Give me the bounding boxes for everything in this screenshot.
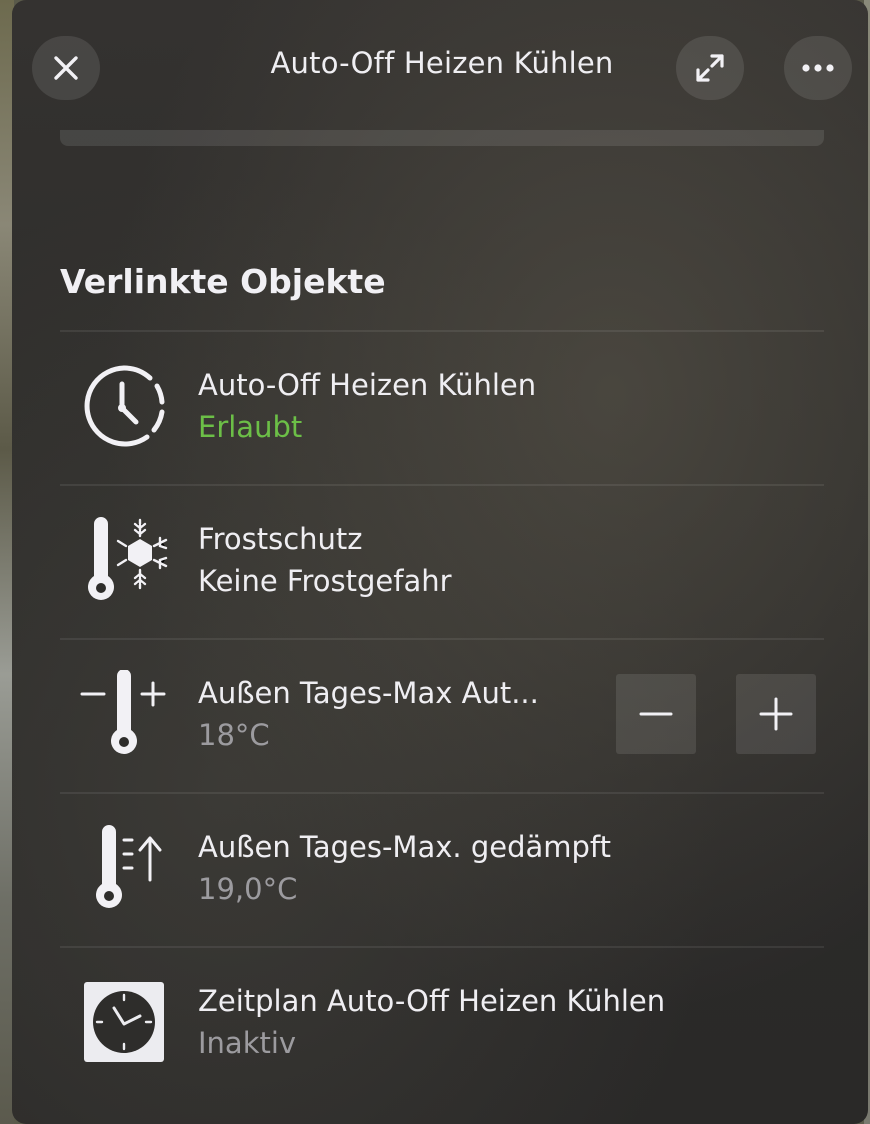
row-value-temperature: 18°C <box>198 718 270 752</box>
row-value-status: Keine Frostgefahr <box>198 564 452 598</box>
scroll-indicator <box>60 130 824 146</box>
plus-icon <box>759 697 793 731</box>
row-label: Frostschutz <box>198 522 363 556</box>
minus-icon <box>639 712 673 716</box>
thermometer-plus-minus-icon <box>80 670 166 754</box>
detail-panel: Auto-Off Heizen Kühlen Verlinkte Objekte… <box>12 0 868 1124</box>
decrease-button[interactable] <box>616 674 696 754</box>
row-value-status: Inaktiv <box>198 1026 297 1060</box>
close-button[interactable] <box>32 36 100 100</box>
list-item-zeitplan[interactable]: Zeitplan Auto-Off Heizen Kühlen Inaktiv <box>60 948 824 1100</box>
list-item-frostschutz[interactable]: Frostschutz Keine Frostgefahr <box>60 486 824 638</box>
timer-icon <box>84 365 165 447</box>
expand-icon <box>696 54 724 82</box>
section-title: Verlinkte Objekte <box>60 262 386 301</box>
thermometer-snowflake-icon <box>88 517 168 600</box>
more-icon <box>802 64 834 72</box>
increase-button[interactable] <box>736 674 816 754</box>
row-label: Auto-Off Heizen Kühlen <box>198 368 537 402</box>
row-value-status: Erlaubt <box>198 410 303 444</box>
close-icon <box>54 56 78 80</box>
list-item-aussen-tages-max[interactable]: Außen Tages-Max Aut... 18°C <box>60 640 824 792</box>
more-options-button[interactable] <box>784 36 852 100</box>
list-item-auto-off[interactable]: Auto-Off Heizen Kühlen Erlaubt <box>60 332 824 484</box>
row-label: Zeitplan Auto-Off Heizen Kühlen <box>198 984 666 1018</box>
list-item-aussen-tages-max-gedaempft[interactable]: Außen Tages-Max. gedämpft 19,0°C <box>60 794 824 946</box>
expand-button[interactable] <box>676 36 744 100</box>
row-label: Außen Tages-Max Aut... <box>198 676 539 710</box>
thermometer-arrow-up-icon <box>96 825 162 908</box>
row-label: Außen Tages-Max. gedämpft <box>198 830 611 864</box>
schedule-clock-icon <box>84 982 164 1062</box>
row-value-temperature: 19,0°C <box>198 872 298 906</box>
panel-title: Auto-Off Heizen Kühlen <box>270 46 614 80</box>
